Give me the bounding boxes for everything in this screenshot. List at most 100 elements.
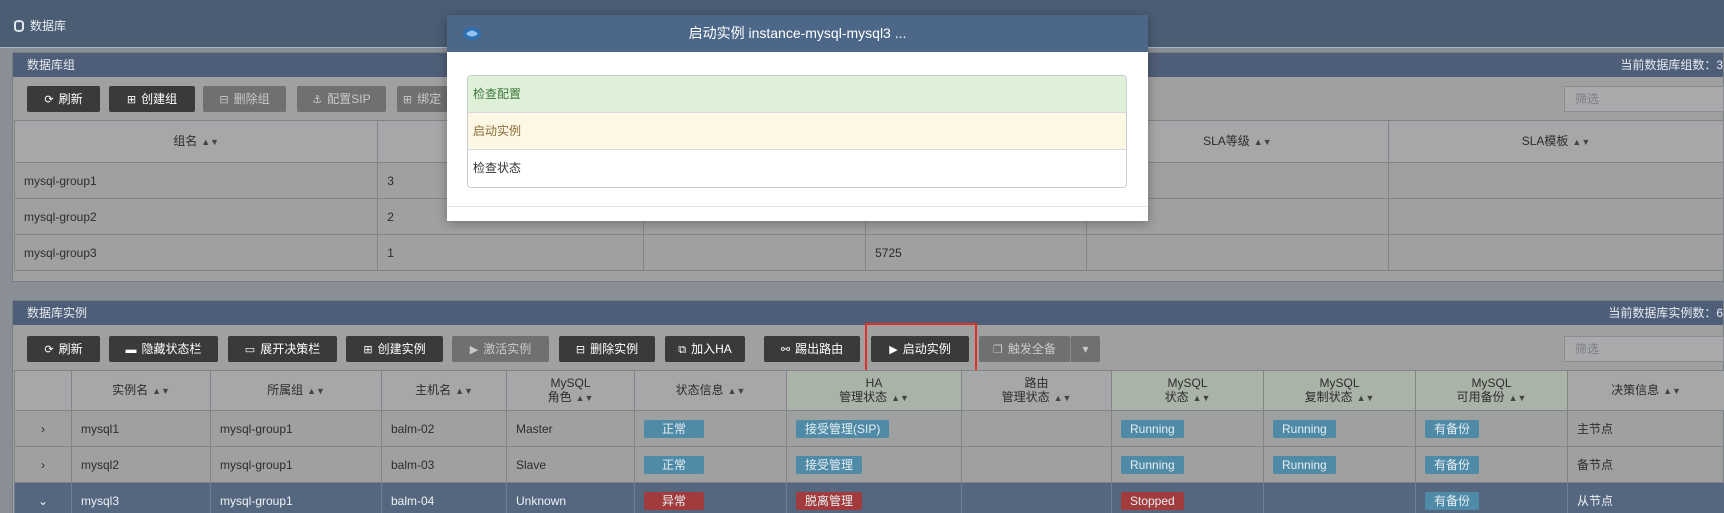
instance-host-cell: balm-02	[381, 410, 507, 447]
replication-cell: Running	[1263, 410, 1416, 447]
replication-badge: Running	[1273, 455, 1336, 474]
group-instances-cell: 1	[377, 234, 645, 271]
empty-cell	[1387, 198, 1724, 235]
col-group[interactable]: 所属组 ▲▼	[210, 370, 382, 411]
create-instance-button[interactable]: ⊞ 创建实例	[346, 336, 443, 362]
col-group-name[interactable]: 组名 ▲▼	[13, 120, 379, 163]
dialog-header: 启动实例 instance-mysql-mysql3 ...	[447, 15, 1148, 52]
anchor-icon: ⚓	[312, 94, 323, 106]
backup-badge: 有备份	[1425, 455, 1480, 474]
col-route[interactable]: 路由 管理状态 ▲▼	[961, 370, 1112, 411]
table-row[interactable]: › mysql1 mysql-group1 balm-02 Master 正常 …	[14, 410, 1724, 447]
trigger-backup-label: 触发全备	[1007, 342, 1056, 356]
col-backup[interactable]: MySQL 可用备份 ▲▼	[1415, 370, 1568, 411]
instances-refresh-button[interactable]: ⟳ 刷新	[27, 336, 100, 362]
create-group-label: 创建组	[141, 92, 178, 106]
col-sla-level-label: SLA等级	[1203, 134, 1250, 148]
instances-filter-input[interactable]: 筛选	[1564, 336, 1724, 362]
replication-cell	[1263, 482, 1416, 513]
table-row[interactable]: mysql-group3 1 5725	[13, 234, 1724, 271]
col-host-label: 主机名	[415, 383, 452, 397]
replication-cell: Running	[1263, 446, 1416, 483]
col-replication[interactable]: MySQL 复制状态 ▲▼	[1263, 370, 1416, 411]
row-expander[interactable]: ›	[14, 410, 72, 447]
sort-icon: ▲▼	[727, 386, 746, 396]
ha-badge: 脱离管理	[796, 491, 863, 510]
expand-decision-button[interactable]: ▭ 展开决策栏	[228, 336, 337, 362]
create-group-button[interactable]: ⊞ 创建组	[109, 86, 195, 112]
instance-role-cell: Unknown	[506, 482, 635, 513]
plus-square-icon: ⊞	[126, 94, 137, 106]
instance-name-cell: mysql1	[71, 410, 211, 447]
col-sla-template[interactable]: SLA模板 ▲▼	[1387, 120, 1724, 163]
bind-button[interactable]: ⊞ 绑定	[397, 86, 447, 112]
hide-status-button[interactable]: ▬ 隐藏状态栏	[109, 336, 218, 362]
groups-refresh-label: 刷新	[58, 92, 83, 106]
empty-cell	[1387, 234, 1724, 271]
sort-icon: ▲▼	[1663, 386, 1681, 396]
copy-icon: ❐	[993, 344, 1003, 356]
logo-icon	[463, 27, 481, 40]
col-host[interactable]: 主机名 ▲▼	[381, 370, 507, 411]
col-role-label-1: MySQL	[550, 376, 591, 390]
backup-cell: 有备份	[1415, 446, 1568, 483]
trigger-backup-button[interactable]: ❐ 触发全备	[979, 336, 1070, 362]
groups-refresh-button[interactable]: ⟳ 刷新	[27, 86, 100, 112]
delete-instance-button[interactable]: ⊟ 删除实例	[559, 336, 655, 362]
ha-cell: 接受管理	[786, 446, 962, 483]
instances-panel-header: 数据库实例 当前数据库实例数：6	[13, 301, 1723, 325]
instance-group-cell: mysql-group1	[210, 410, 382, 447]
backup-cell: 有备份	[1415, 482, 1568, 513]
topbar-title: 数据库	[14, 17, 66, 34]
col-decision[interactable]: 决策信息 ▲▼	[1567, 370, 1724, 411]
status-cell: 正常	[634, 410, 787, 447]
status-cell: 正常	[634, 446, 787, 483]
col-group-label: 所属组	[267, 383, 304, 397]
backup-badge: 有备份	[1425, 491, 1480, 510]
row-expander[interactable]: ⌄	[14, 482, 72, 513]
col-status-info[interactable]: 状态信息 ▲▼	[634, 370, 787, 411]
sort-icon: ▲▼	[575, 393, 594, 403]
sort-icon: ▲▼	[891, 393, 909, 403]
group-name-cell: mysql-group1	[13, 162, 379, 199]
instance-host-cell: balm-04	[381, 482, 507, 513]
delete-group-button[interactable]: ⊟ 删除组	[203, 86, 286, 112]
instance-group-cell: mysql-group1	[210, 446, 382, 483]
col-mysql-status[interactable]: MySQL 状态 ▲▼	[1111, 370, 1264, 411]
minus-square-icon: ⊟	[575, 344, 586, 356]
sort-icon: ▲▼	[1053, 393, 1072, 403]
table-row[interactable]: › mysql2 mysql-group1 balm-03 Slave 正常 接…	[14, 446, 1724, 483]
instance-host-cell: balm-03	[381, 446, 507, 483]
route-out-button[interactable]: ⚯ 踢出路由	[764, 336, 860, 362]
step-check-config: 检查配置	[468, 76, 1126, 113]
minus-square-icon: ⊟	[219, 94, 229, 106]
activate-instance-button[interactable]: ▶ 激活实例	[452, 336, 549, 362]
config-sip-button[interactable]: ⚓ 配置SIP	[297, 86, 386, 112]
group-name-cell: mysql-group3	[13, 234, 379, 271]
col-ha[interactable]: HA 管理状态 ▲▼	[786, 370, 962, 411]
join-ha-button[interactable]: ⧉ 加入HA	[665, 336, 745, 362]
instances-count-label: 当前数据库实例数：6	[1608, 306, 1723, 320]
dialog-title: 启动实例 instance-mysql-mysql3 ...	[688, 25, 907, 41]
replication-badge: Running	[1273, 419, 1336, 438]
empty-cell	[1085, 234, 1389, 271]
groups-filter-input[interactable]: 筛选	[1564, 86, 1724, 112]
sort-icon: ▲▼	[1192, 393, 1211, 403]
sort-icon: ▲▼	[152, 386, 170, 396]
hide-status-label: 隐藏状态栏	[141, 342, 202, 356]
sort-icon: ▲▼	[1253, 137, 1272, 147]
sort-icon: ▲▼	[1572, 137, 1591, 147]
status-badge: 正常	[644, 419, 705, 438]
col-instance-name[interactable]: 实例名 ▲▼	[71, 370, 211, 411]
row-expander[interactable]: ›	[14, 446, 72, 483]
decision-cell: 主节点	[1567, 410, 1724, 447]
empty-cell	[1387, 162, 1724, 199]
backup-dropdown-button[interactable]: ▾	[1070, 336, 1100, 362]
caret-down-icon: ▾	[1082, 342, 1089, 356]
join-ha-label: 加入HA	[691, 342, 732, 356]
activate-instance-label: 激活实例	[483, 342, 532, 356]
status-badge: 异常	[644, 491, 705, 510]
group-name-cell: mysql-group2	[13, 198, 379, 235]
table-row-selected[interactable]: ⌄ mysql3 mysql-group1 balm-04 Unknown 异常…	[14, 482, 1724, 513]
col-role[interactable]: MySQL 角色 ▲▼	[506, 370, 635, 411]
